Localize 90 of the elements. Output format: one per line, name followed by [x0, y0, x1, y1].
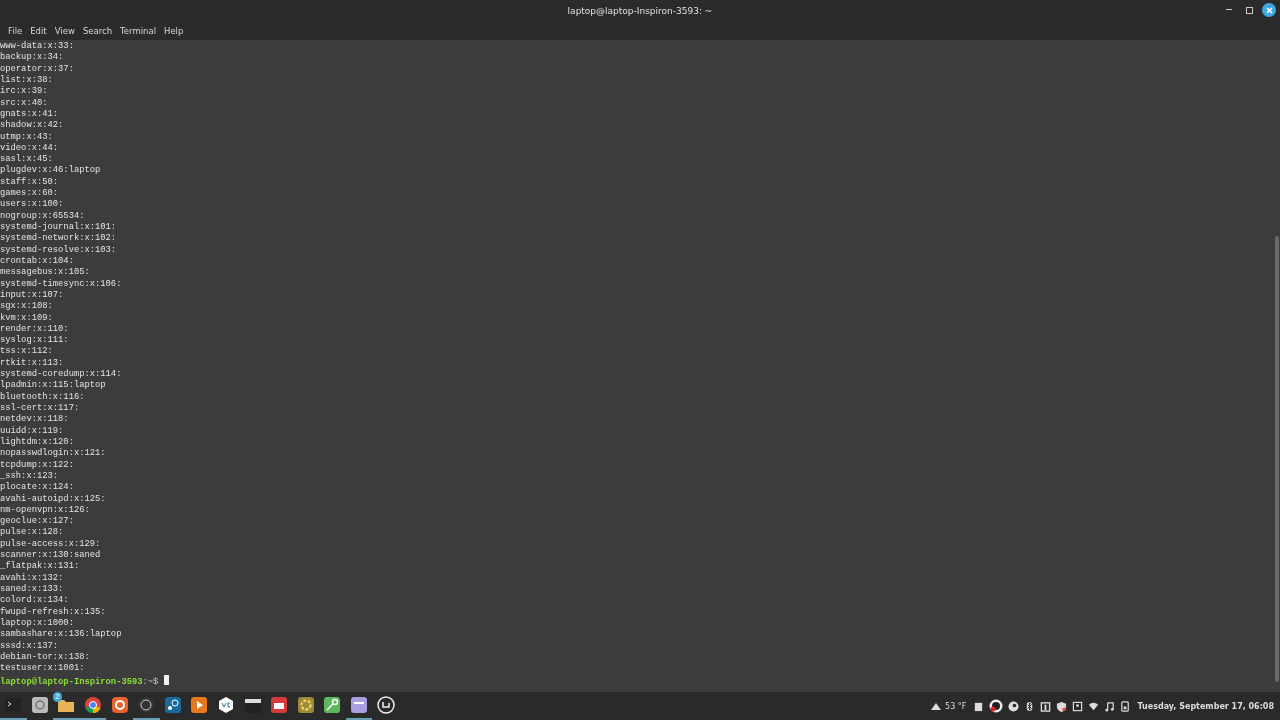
output-line: pulse:x:128: [0, 527, 64, 538]
output-line: kvm:x:109: [0, 312, 53, 323]
output-line: src:x:40: [0, 97, 48, 108]
output-line: sasl:x:45: [0, 154, 53, 165]
output-line: laptop:x:1000: [0, 617, 74, 628]
output-line: avahi-autoipd:x:125: [0, 493, 106, 504]
output-line: games:x:60: [0, 188, 59, 199]
output-line: backup:x:34: [0, 52, 64, 63]
toolbox-icon [270, 696, 289, 714]
output-line: saned:x:133: [0, 584, 64, 594]
clipboard-icon [1039, 700, 1051, 712]
output-line: uuidd:x:119: [0, 425, 64, 436]
output-line: users:x:100: [0, 199, 64, 210]
output-line: irc:x:39: [0, 86, 48, 97]
output-line: video:x:44: [0, 142, 59, 153]
output-line: pulse-access:x:129: [0, 538, 101, 549]
menu-item[interactable]: File [4, 26, 27, 36]
wifi-icon [1087, 700, 1099, 712]
prompt-user: laptop@laptop-Inspiron-3593 [0, 676, 143, 687]
output-line: staff:x:50: [0, 176, 59, 187]
output-line: shadow:x:42: [0, 120, 64, 131]
output-line: avahi:x:132: [0, 572, 64, 583]
key-icon [323, 696, 342, 714]
close-icon [1265, 6, 1273, 14]
minimize-icon [1226, 9, 1232, 11]
output-line: rtkit:x:113: [0, 357, 64, 368]
count-badge: 2 [53, 692, 62, 702]
close-button[interactable] [1262, 3, 1276, 17]
output-line: testuser:x:1001: [0, 663, 85, 674]
menu-item[interactable]: Terminal [116, 26, 160, 36]
menu-item[interactable]: Edit [26, 26, 51, 36]
output-line: render:x:110: [0, 323, 69, 334]
contact-icon [1071, 700, 1083, 712]
output-line: debian-tor:x:138: [0, 651, 90, 662]
maximize-icon [1245, 6, 1253, 14]
output-line: crontab:x:104: [0, 255, 74, 266]
output-line: nopasswdlogin:x:121: [0, 448, 106, 459]
scrollbar-thumb[interactable] [1275, 236, 1279, 682]
note-icon [350, 696, 368, 714]
weather-temperature: 53 °F [945, 701, 967, 711]
output-line: systemd-journal:x:101: [0, 222, 117, 232]
play-icon [190, 696, 209, 714]
menu-item[interactable]: Help [160, 26, 188, 36]
output-line: messagebus:x:105: [0, 267, 90, 278]
output-line: nogroup:x:65534: [0, 210, 85, 221]
output-line: utmp:x:43: [0, 131, 53, 142]
output-line: fwupd-refresh:x:135: [0, 606, 106, 617]
prompt-path: :~$ [142, 676, 159, 687]
output-line: scanner:x:130:saned [0, 550, 101, 561]
output-line: _flatpak:x:131: [0, 561, 80, 572]
clapperboard-icon [243, 696, 262, 714]
browser-icon [84, 696, 103, 714]
menu-item[interactable]: View [50, 26, 79, 36]
output-line: bluetooth:x:116: [0, 391, 85, 402]
output-line: input:x:107: [0, 289, 64, 300]
output-line: sambashare:x:136:laptop [0, 629, 122, 640]
output-line: netdev:x:118: [0, 414, 69, 425]
shield-icon [1055, 700, 1067, 712]
output-line: sssd:x:137: [0, 640, 59, 651]
output-line: www-data:x:33: [0, 41, 74, 51]
output-line: tss:x:112: [0, 346, 53, 357]
output-line: geoclue:x:127: [0, 516, 74, 527]
output-line: list:x:38: [0, 74, 53, 85]
output-line: operator:x:37: [0, 63, 74, 74]
terminal-icon [4, 696, 23, 714]
output-line: gnats:x:41: [0, 108, 59, 119]
output-line: systemd-coredump:x:114: [0, 369, 122, 380]
output-line: plocate:x:124: [0, 482, 74, 493]
weather-icon [930, 701, 943, 711]
output-line: ssl-cert:x:117: [0, 403, 80, 413]
menu-logo-icon [376, 696, 395, 714]
output-line: sgx:x:108: [0, 301, 53, 312]
output-line: systemd-resolve:x:103: [0, 244, 117, 255]
gear-icon [296, 696, 315, 714]
music-icon [1103, 700, 1115, 712]
clock[interactable]: Tuesday, September 17, 06:08 [1137, 701, 1274, 711]
output-line: tcpdump:x:122: [0, 459, 74, 470]
text-cursor [164, 674, 170, 685]
output-line: colord:x:134: [0, 595, 69, 606]
output-line: lpadmin:x:115:laptop [0, 380, 106, 391]
output-line: systemd-timesync:x:106: [0, 278, 122, 289]
output-line: plugdev:x:46:laptop [0, 165, 101, 176]
output-line: systemd-network:x:102: [0, 233, 117, 244]
output-line: syslog:x:111: [0, 335, 69, 346]
output-line: lightdm:x:120: [0, 436, 74, 447]
window-title: laptop@laptop-Inspiron-3593: ~ [567, 6, 713, 16]
output-line: _ssh:x:123: [0, 470, 59, 481]
menu-item[interactable]: Search [78, 26, 117, 36]
hexagon-icon [217, 696, 236, 714]
output-line: nm-openvpn:x:126: [0, 504, 90, 515]
